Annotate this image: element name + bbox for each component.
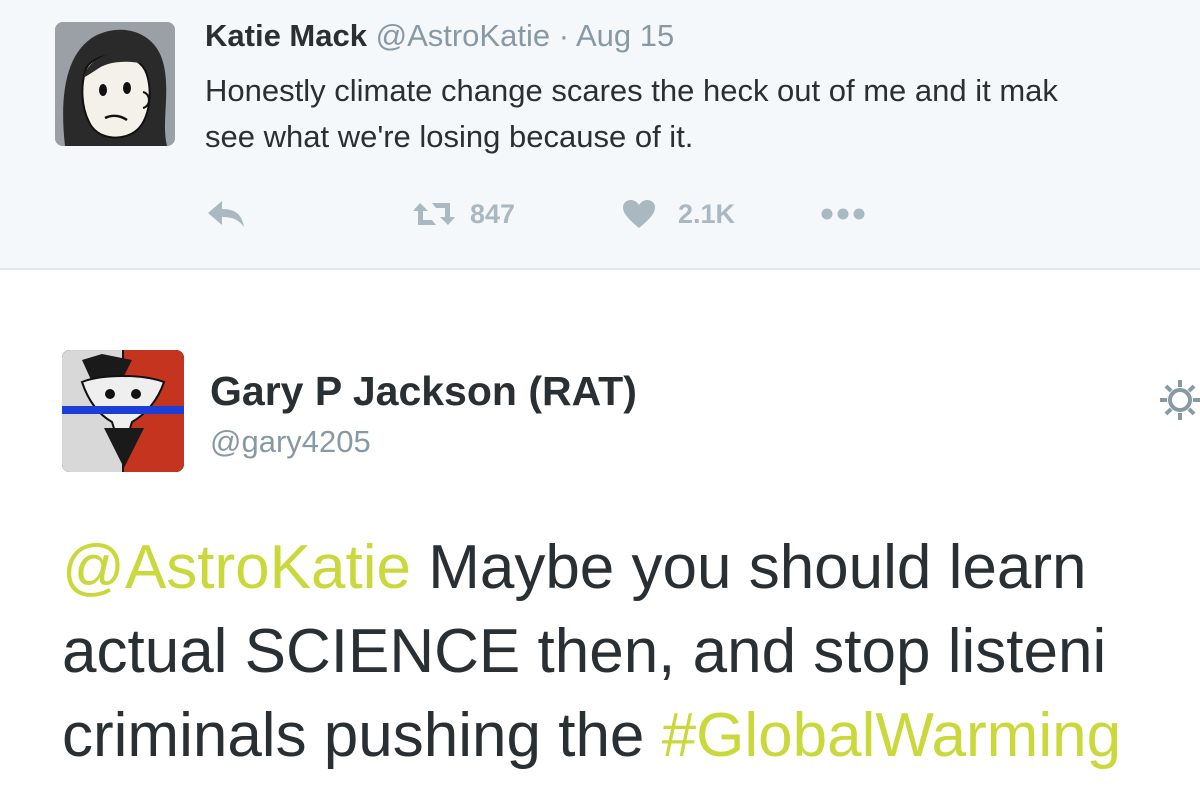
retweet-count: 847 <box>470 198 516 229</box>
reply-author-handle[interactable]: @gary4205 <box>210 424 371 460</box>
tweet-thread: Katie Mack @AstroKatie · Aug 15 Honestly… <box>0 0 1200 800</box>
separator: · <box>558 18 570 53</box>
reply-button[interactable] <box>206 190 248 238</box>
reply-icon <box>208 201 244 227</box>
author-handle[interactable]: @AstroKatie <box>376 18 550 53</box>
tweet-actions: 847 2.1K <box>200 190 900 238</box>
like-count: 2.1K <box>678 198 736 229</box>
tweet-text-line: criminals pushing the #GlobalWarming <box>62 694 1200 778</box>
heart-icon <box>623 200 655 228</box>
tweet-text-fragment: Maybe you should learn <box>410 533 1087 602</box>
avatar[interactable] <box>62 350 184 472</box>
reply-tweet-text: @AstroKatie Maybe you should learn actua… <box>62 526 1200 778</box>
gear-icon <box>1160 380 1200 420</box>
tweet-text-fragment: criminals pushing the <box>62 701 662 770</box>
hashtag-link[interactable]: #GlobalWarming <box>662 701 1121 770</box>
avatar[interactable] <box>55 22 175 146</box>
spy-cartoon-avatar-image <box>62 350 184 472</box>
tweet-date[interactable]: Aug 15 <box>576 18 674 53</box>
cartoon-avatar-image <box>55 22 175 146</box>
more-button[interactable] <box>820 190 866 238</box>
more-icon <box>821 208 865 220</box>
parent-tweet[interactable]: Katie Mack @AstroKatie · Aug 15 Honestly… <box>0 0 1200 270</box>
reply-author-name[interactable]: Gary P Jackson (RAT) <box>210 368 637 415</box>
tweet-text-line: see what we're losing because of it. <box>205 119 694 154</box>
mention-link[interactable]: @AstroKatie <box>62 533 411 602</box>
settings-button[interactable] <box>1158 378 1200 427</box>
retweet-button[interactable]: 847 <box>412 190 515 238</box>
retweet-icon <box>413 203 455 225</box>
tweet-text-line: @AstroKatie Maybe you should learn <box>62 526 1200 610</box>
like-button[interactable]: 2.1K <box>622 190 735 238</box>
tweet-text-line: actual SCIENCE then, and stop listeni <box>62 617 1107 686</box>
parent-tweet-header: Katie Mack @AstroKatie · Aug 15 <box>205 18 674 54</box>
author-name[interactable]: Katie Mack <box>205 18 367 53</box>
tweet-text: Honestly climate change scares the heck … <box>205 68 1195 160</box>
tweet-text-line: Honestly climate change scares the heck … <box>205 73 1058 108</box>
